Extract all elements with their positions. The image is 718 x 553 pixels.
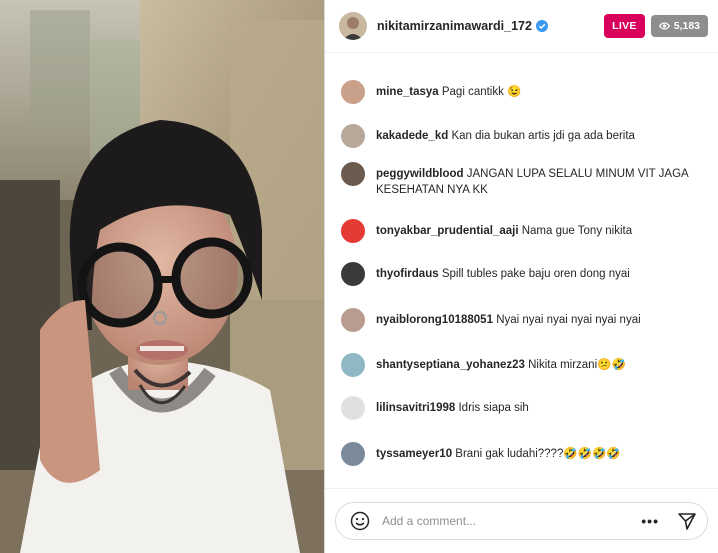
commenter-username[interactable]: tyssameyer10 [376, 448, 452, 460]
comment-text: shantyseptiana_yohanez23 Nikita mirzani😕… [376, 353, 626, 373]
commenter-username[interactable]: thyofirdaus [376, 268, 439, 280]
comment-message: Pagi cantikk 😉 [441, 86, 522, 98]
commenter-username[interactable]: nyaiblorong10188051 [376, 314, 493, 326]
commenter-avatar[interactable] [341, 219, 365, 243]
comment-text: peggywildblood JANGAN LUPA SELALU MINUM … [376, 162, 704, 198]
comment-text: lilinsavitri1998 Idris siapa sih [376, 396, 529, 416]
comment-text: tonyakbar_prudential_aaji Nama gue Tony … [376, 219, 632, 239]
commenter-avatar[interactable] [341, 353, 365, 377]
commenter-avatar[interactable] [341, 442, 365, 466]
comment-row: kakadede_kd Kan dia bukan artis jdi ga a… [341, 124, 704, 148]
comment-text: thyofirdaus Spill tubles pake baju oren … [376, 262, 630, 282]
more-horizontal-icon[interactable]: ••• [641, 513, 659, 529]
verified-badge-icon [535, 20, 548, 32]
comment-row: tyssameyer10 Brani gak ludahi????🤣🤣🤣🤣 [341, 442, 704, 466]
commenter-avatar[interactable] [341, 80, 365, 104]
live-video-feed[interactable] [0, 0, 324, 553]
commenter-username[interactable]: peggywildblood [376, 168, 464, 180]
comment-row: thyofirdaus Spill tubles pake baju oren … [341, 262, 704, 286]
comment-message: Nikita mirzani😕🤣 [528, 359, 626, 371]
commenter-avatar[interactable] [341, 308, 365, 332]
commenter-username[interactable]: kakadede_kd [376, 130, 448, 142]
smiley-icon[interactable] [350, 511, 370, 531]
comment-message: Kan dia bukan artis jdi ga ada berita [451, 130, 635, 142]
comment-row: shantyseptiana_yohanez23 Nikita mirzani😕… [341, 353, 704, 377]
comment-message: Nama gue Tony nikita [521, 225, 633, 237]
commenter-username[interactable]: tonyakbar_prudential_aaji [376, 225, 519, 237]
comment-row: peggywildblood JANGAN LUPA SELALU MINUM … [341, 162, 704, 198]
viewer-count-badge: 5,183 [650, 15, 708, 37]
eye-icon [658, 22, 670, 30]
comment-row: mine_tasya Pagi cantikk 😉 [341, 80, 704, 104]
commenter-avatar[interactable] [341, 396, 365, 420]
live-viewer-window: nikitamirzanimawardi_172 LIVE 5,183 mine… [0, 0, 718, 553]
comment-message: Spill tubles pake baju oren dong nyai [441, 268, 630, 280]
comment-input[interactable] [382, 514, 642, 528]
streamer-username[interactable]: nikitamirzanimawardi_172 [377, 19, 532, 33]
comment-text: kakadede_kd Kan dia bukan artis jdi ga a… [376, 124, 635, 144]
stream-header: nikitamirzanimawardi_172 LIVE 5,183 [325, 0, 718, 53]
streamer-avatar[interactable] [339, 12, 367, 40]
comment-message: Idris siapa sih [458, 402, 529, 414]
composer-divider [325, 488, 718, 489]
comment-composer: ••• [335, 502, 708, 540]
commenter-username[interactable]: mine_tasya [376, 86, 439, 98]
commenter-username[interactable]: lilinsavitri1998 [376, 402, 455, 414]
comment-row: tonyakbar_prudential_aaji Nama gue Tony … [341, 219, 704, 243]
comment-text: mine_tasya Pagi cantikk 😉 [376, 80, 521, 100]
comment-text: nyaiblorong10188051 Nyai nyai nyai nyai … [376, 308, 641, 328]
commenter-avatar[interactable] [341, 162, 365, 186]
live-badge: LIVE [604, 14, 645, 38]
commenter-username[interactable]: shantyseptiana_yohanez23 [376, 359, 525, 371]
comment-row: nyaiblorong10188051 Nyai nyai nyai nyai … [341, 308, 704, 332]
comment-row: lilinsavitri1998 Idris siapa sih [341, 396, 704, 420]
paper-plane-icon[interactable] [677, 511, 697, 531]
comment-text: tyssameyer10 Brani gak ludahi????🤣🤣🤣🤣 [376, 442, 621, 462]
commenter-avatar[interactable] [341, 124, 365, 148]
video-frame-image [0, 0, 324, 553]
commenter-avatar[interactable] [341, 262, 365, 286]
comment-message: Brani gak ludahi????🤣🤣🤣🤣 [455, 448, 621, 460]
live-side-panel: nikitamirzanimawardi_172 LIVE 5,183 mine… [324, 0, 718, 553]
comment-message: Nyai nyai nyai nyai nyai nyai [496, 314, 641, 326]
viewer-count: 5,183 [673, 20, 700, 32]
